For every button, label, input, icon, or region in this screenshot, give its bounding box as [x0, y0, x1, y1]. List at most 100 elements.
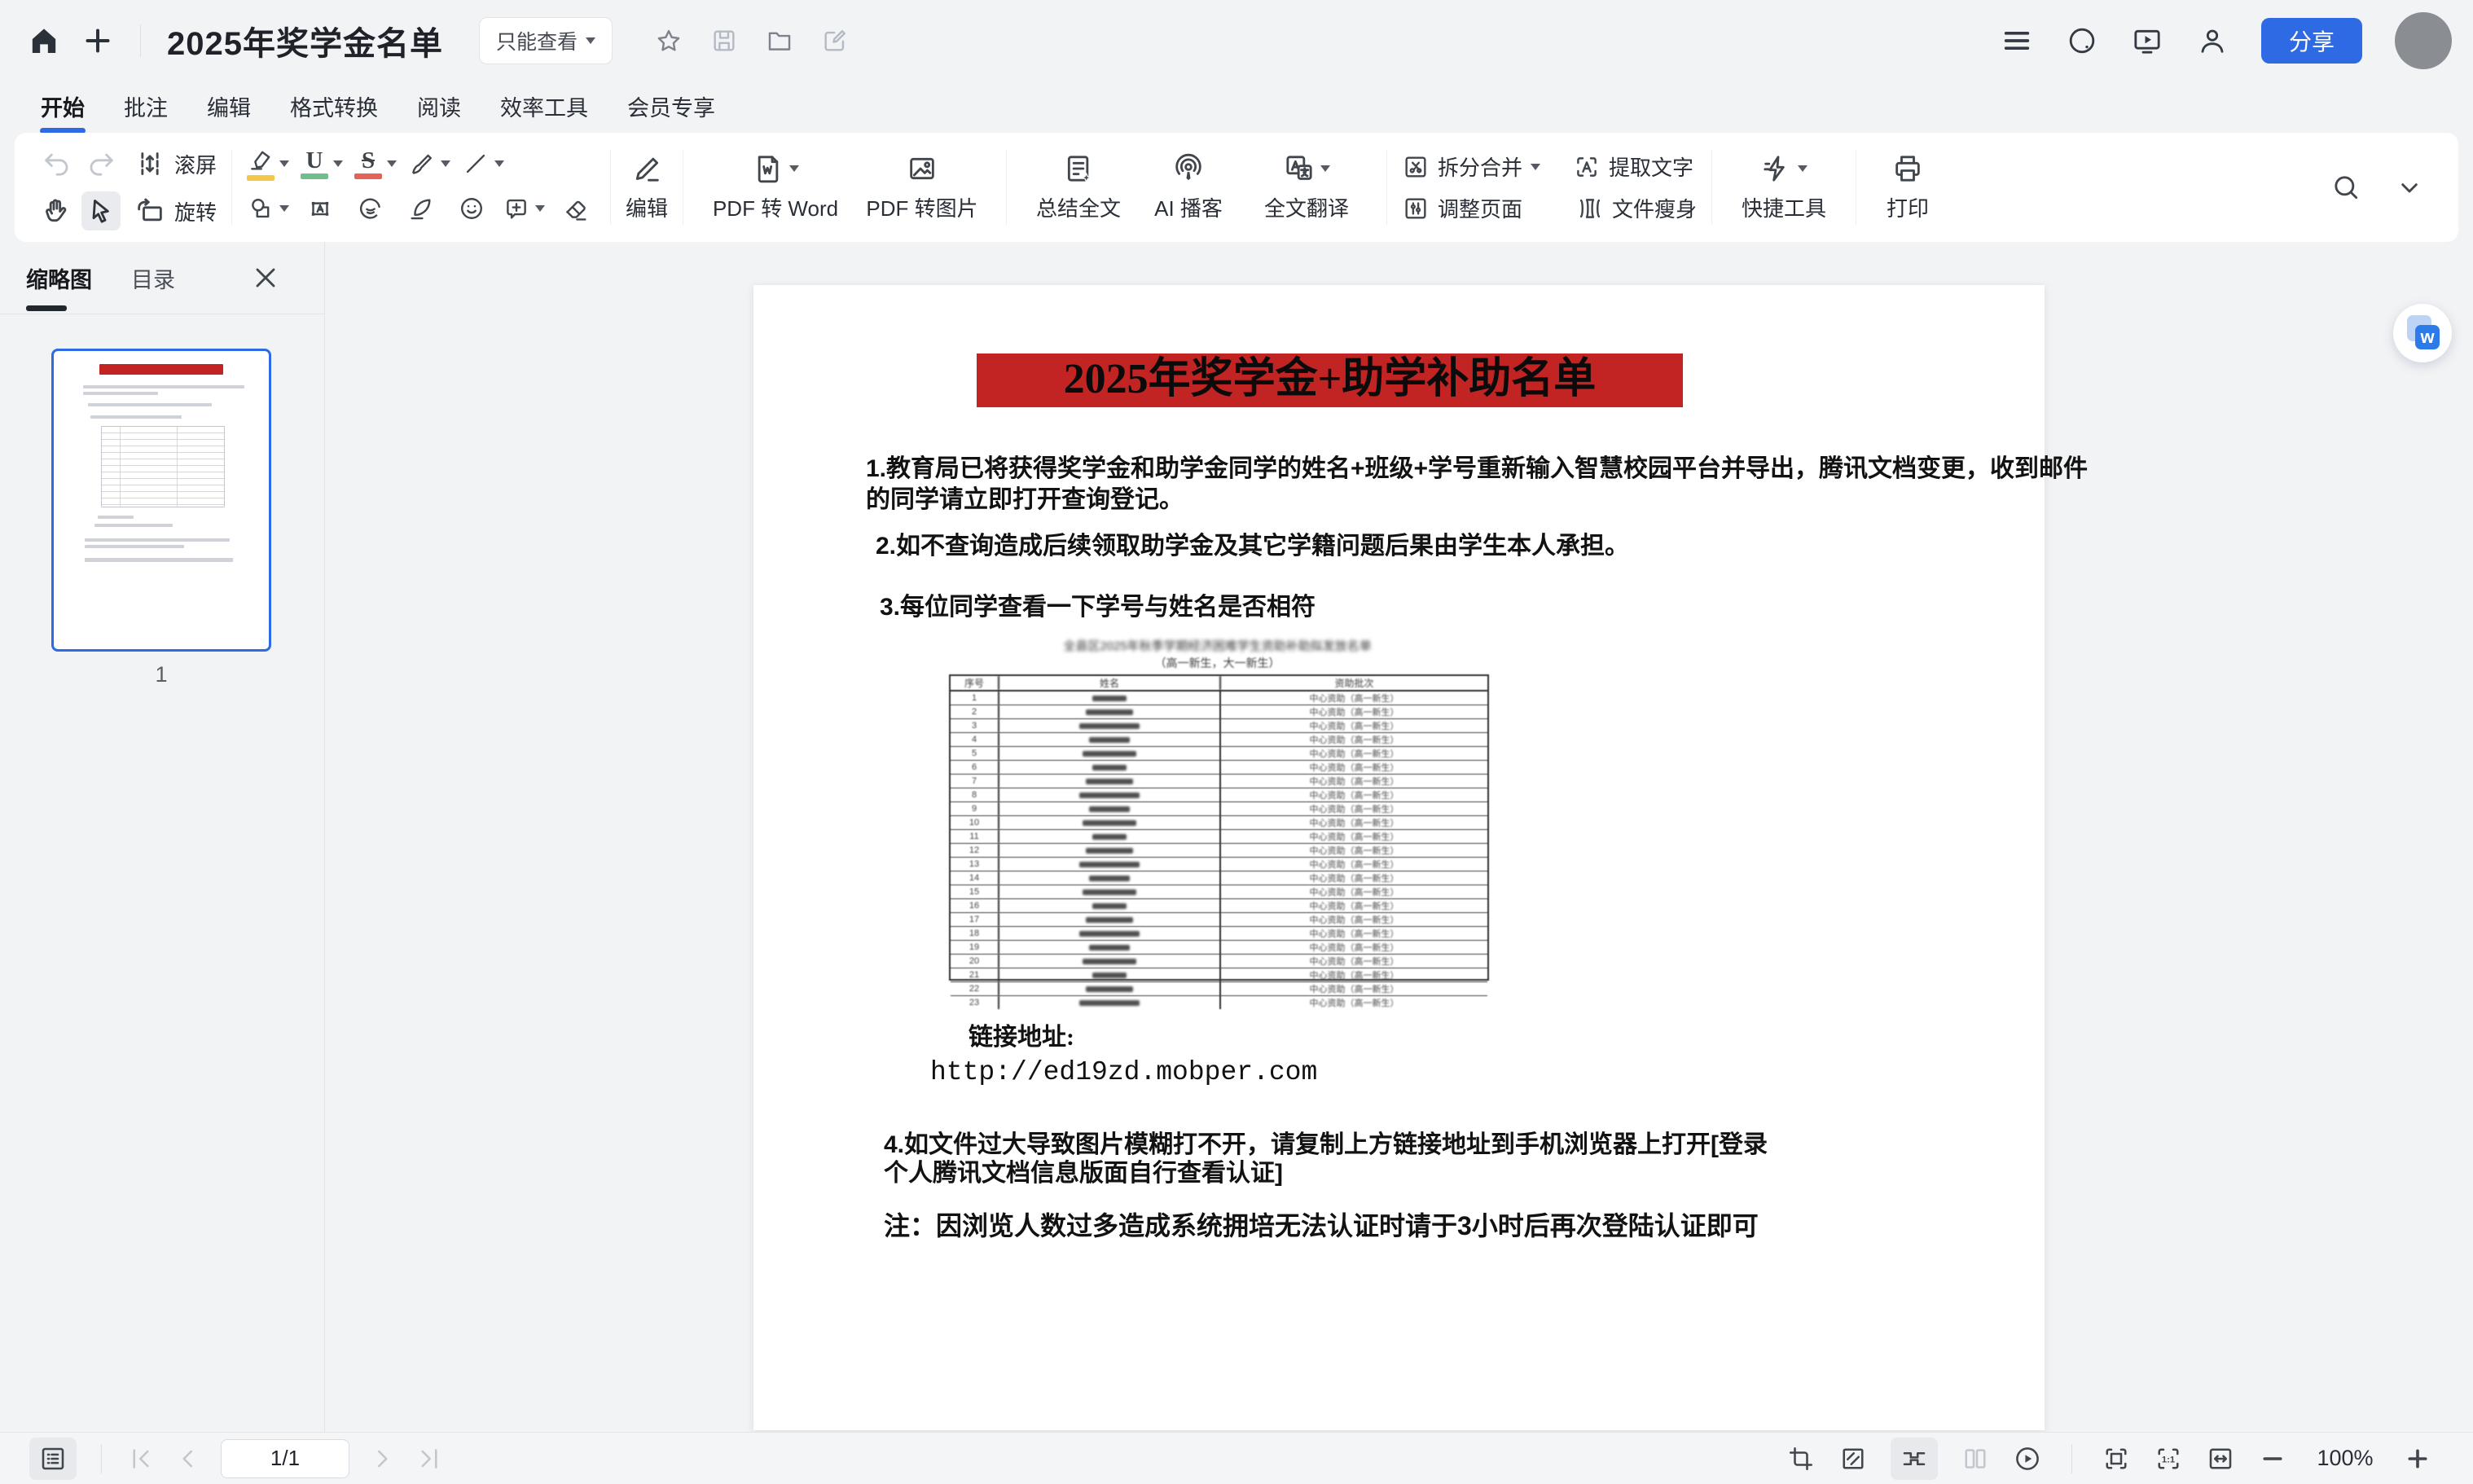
- tab-annotate[interactable]: 批注: [122, 86, 169, 127]
- extract-text-button[interactable]: 提取文字: [1573, 151, 1693, 182]
- sidebar-tab-outline[interactable]: 目录: [131, 262, 175, 294]
- folder-icon[interactable]: [766, 27, 793, 55]
- avatar[interactable]: [2395, 12, 2452, 69]
- help-icon[interactable]: [2066, 24, 2098, 57]
- ai-podcast-button[interactable]: AI 播客: [1135, 152, 1241, 222]
- titlebar: 2025年奖学金名单 只能查看 分享: [0, 0, 2473, 81]
- shape-tool[interactable]: [247, 195, 289, 222]
- split-merge-label: 拆分合并: [1438, 151, 1522, 182]
- tab-edit[interactable]: 编辑: [205, 86, 253, 127]
- pen-icon: [408, 150, 436, 178]
- chevron-down-icon: [586, 37, 595, 44]
- select-cursor-button[interactable]: [81, 191, 121, 231]
- page-thumbnail[interactable]: [51, 349, 271, 652]
- translate-button[interactable]: 全文翻译: [1241, 152, 1372, 222]
- comment-tool[interactable]: [503, 195, 545, 222]
- doc-paragraph-4: 4.如文件过大导致图片模糊打不开，请复制上方链接地址到手机浏览器上打开[登录 个…: [884, 1131, 1768, 1188]
- crop-page-button[interactable]: [1786, 1444, 1816, 1473]
- video-tutorial-icon[interactable]: [2131, 24, 2163, 57]
- collapse-toolbar-chevron-icon[interactable]: [2393, 171, 2426, 204]
- sidebar-tab-thumbnails[interactable]: 缩略图: [26, 262, 92, 294]
- home-icon[interactable]: [28, 24, 60, 57]
- thumbnail-page-number: 1: [51, 662, 271, 687]
- chevron-down-icon: [279, 205, 289, 212]
- ai-podcast-label: AI 播客: [1154, 192, 1223, 222]
- emoji-stamp-tool[interactable]: [452, 189, 491, 228]
- split-merge-icon: [1402, 153, 1430, 181]
- toolbar: 滚屏 旋转 U S: [15, 133, 2458, 242]
- rename-edit-icon[interactable]: [821, 27, 849, 55]
- highlight-tool[interactable]: [247, 147, 289, 181]
- zoom-in-button[interactable]: [2403, 1444, 2432, 1473]
- image-icon: [906, 152, 938, 185]
- tab-read[interactable]: 阅读: [415, 86, 463, 127]
- redo-button[interactable]: [81, 144, 121, 183]
- underline-tool[interactable]: U: [301, 148, 343, 179]
- share-button[interactable]: 分享: [2261, 18, 2362, 64]
- scribble-circle-tool[interactable]: [351, 189, 390, 228]
- toggle-thumbnail-panel-button[interactable]: [29, 1438, 77, 1480]
- status-bar: 1/1 1:1 100%: [0, 1432, 2473, 1484]
- undo-button[interactable]: [37, 144, 77, 183]
- split-merge-button[interactable]: 拆分合并: [1402, 151, 1540, 182]
- account-icon[interactable]: [2196, 24, 2229, 57]
- eraser-tool[interactable]: [556, 189, 595, 228]
- edit-mode-button[interactable]: 编辑: [626, 152, 668, 222]
- pdf-to-word-button[interactable]: PDF 转 Word: [698, 152, 853, 222]
- scroll-screen-button[interactable]: 滚屏: [134, 147, 217, 180]
- view-mode-dropdown[interactable]: 只能查看: [479, 17, 613, 64]
- two-page-view-button[interactable]: [1961, 1444, 1990, 1473]
- tab-convert[interactable]: 格式转换: [288, 86, 380, 127]
- fit-page-button[interactable]: [2102, 1444, 2131, 1473]
- actual-size-button[interactable]: 1:1: [2154, 1444, 2183, 1473]
- previous-page-button[interactable]: [174, 1444, 203, 1473]
- tab-start[interactable]: 开始: [39, 86, 86, 127]
- continuous-scroll-view-button[interactable]: [1891, 1438, 1938, 1480]
- hand-tool-button[interactable]: [37, 191, 77, 231]
- hamburger-menu-icon[interactable]: [2001, 24, 2033, 57]
- shape-icon: [247, 195, 275, 222]
- first-page-button[interactable]: [126, 1444, 156, 1473]
- star-icon[interactable]: [655, 27, 683, 55]
- pdf-page[interactable]: 2025年奖学金+助学补助名单 1.教育局已将获得奖学金和助学金同学的姓名+班级…: [753, 285, 2045, 1430]
- save-icon[interactable]: [710, 27, 738, 55]
- close-sidebar-icon[interactable]: [249, 261, 282, 294]
- floating-word-assistant-button[interactable]: w: [2393, 304, 2452, 362]
- pen-tool[interactable]: [408, 150, 450, 178]
- rotate-icon: [134, 195, 166, 227]
- zoom-out-button[interactable]: [2258, 1444, 2287, 1473]
- adjust-page-label: 调整页面: [1438, 193, 1522, 223]
- line-tool[interactable]: [462, 150, 504, 178]
- fit-width-button[interactable]: [2206, 1444, 2235, 1473]
- presentation-play-button[interactable]: [2013, 1444, 2042, 1473]
- slim-file-button[interactable]: 文件瘦身: [1576, 193, 1697, 223]
- tab-member[interactable]: 会员专享: [626, 86, 717, 127]
- page-background-button[interactable]: [1838, 1444, 1868, 1473]
- page-indicator-input[interactable]: 1/1: [221, 1439, 349, 1478]
- summarize-button[interactable]: 总结全文: [1021, 152, 1135, 222]
- last-page-button[interactable]: [415, 1444, 444, 1473]
- chevron-down-icon: [535, 205, 545, 212]
- strikethrough-tool[interactable]: S: [354, 148, 397, 179]
- chevron-down-icon: [387, 160, 397, 167]
- comment-plus-icon: [503, 195, 530, 222]
- next-page-button[interactable]: [367, 1444, 397, 1473]
- pdf-to-image-button[interactable]: PDF 转图片: [853, 152, 991, 222]
- search-icon[interactable]: [2330, 171, 2362, 204]
- print-label: 打印: [1887, 192, 1929, 222]
- pdf-to-image-label: PDF 转图片: [866, 192, 977, 222]
- adjust-page-button[interactable]: 调整页面: [1402, 193, 1544, 223]
- quick-tools-button[interactable]: 快捷工具: [1727, 152, 1841, 222]
- zoom-level[interactable]: 100%: [2310, 1446, 2380, 1471]
- new-tab-plus-icon[interactable]: [81, 24, 114, 57]
- scan-subtitle: （高一新生，大一新生）: [947, 655, 1487, 671]
- signature-quill-tool[interactable]: [402, 189, 441, 228]
- tab-efficiency-tools[interactable]: 效率工具: [499, 86, 590, 127]
- scroll-screen-label: 滚屏: [174, 149, 217, 179]
- textbox-tool[interactable]: [301, 189, 340, 228]
- rotate-button[interactable]: 旋转: [134, 195, 217, 227]
- print-button[interactable]: 打印: [1871, 152, 1944, 222]
- document-canvas[interactable]: 2025年奖学金+助学补助名单 1.教育局已将获得奖学金和助学金同学的姓名+班级…: [325, 242, 2473, 1432]
- sidebar-panel: 缩略图 目录 1: [0, 242, 324, 1432]
- divider: [140, 24, 141, 57]
